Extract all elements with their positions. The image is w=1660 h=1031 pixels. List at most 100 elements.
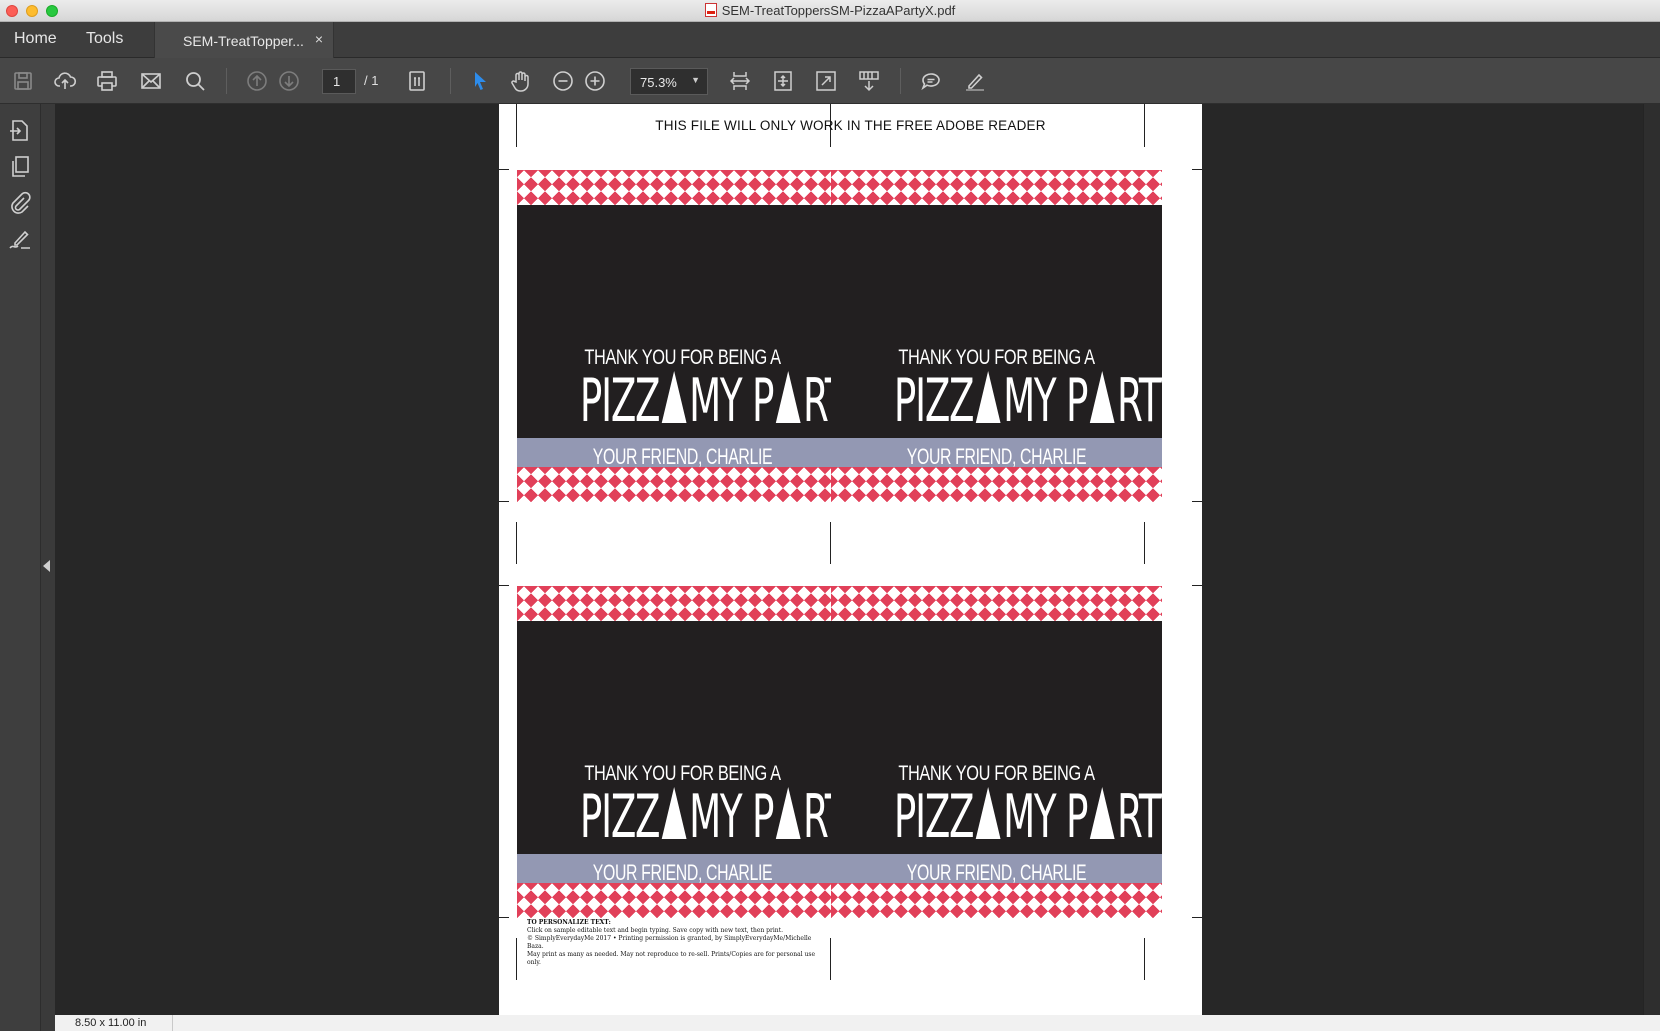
fit-page-icon[interactable]	[770, 68, 796, 94]
status-bar: 8.50 x 11.00 in	[55, 1015, 1660, 1031]
page-total: / 1	[364, 73, 379, 88]
window-title-text: SEM-TreatToppersSM-PizzaAPartyX.pdf	[721, 3, 956, 18]
tab-document-label: SEM-TreatTopper...	[183, 33, 304, 49]
card-title: PIZZMY PRTY!	[579, 366, 848, 436]
pizza-slice-icon	[775, 371, 801, 423]
card-title-part: PIZZ	[893, 782, 975, 852]
upload-icon[interactable]	[52, 68, 78, 94]
card-title-part: RTY!	[1116, 366, 1162, 436]
fine-print: TO PERSONALIZE TEXT: Click on sample edi…	[527, 919, 827, 967]
card-title-part: MY P	[689, 366, 774, 436]
cut-guide	[499, 585, 509, 586]
pizza-slice-icon	[975, 371, 1001, 423]
cut-guide	[830, 522, 831, 564]
cut-guide	[499, 169, 509, 170]
zoom-out-icon[interactable]	[550, 68, 576, 94]
scroll-mode-icon[interactable]	[856, 68, 882, 94]
chevron-down-icon: ▼	[691, 75, 700, 85]
export-pdf-icon[interactable]	[7, 118, 33, 144]
treat-topper-card: THANK YOU FOR BEING A PIZZMY PRTY! YOUR …	[517, 170, 848, 502]
cut-guide	[1144, 522, 1145, 564]
window-title: SEM-TreatToppersSM-PizzaAPartyX.pdf	[0, 3, 1660, 18]
toolbar-divider	[450, 68, 451, 94]
treat-topper-card: THANK YOU FOR BEING A PIZZMY PRTY! YOUR …	[831, 170, 1162, 502]
pizza-slice-icon	[661, 787, 687, 839]
gingham-border	[831, 170, 1162, 205]
tab-home[interactable]: Home	[14, 30, 57, 48]
card-title: PIZZMY PRTY!	[893, 782, 1162, 852]
cut-guide	[516, 522, 517, 564]
card-title-part: PIZZ	[579, 366, 661, 436]
select-icon[interactable]	[466, 68, 492, 94]
zoom-select[interactable]: 75.3% ▼	[630, 68, 708, 95]
toolbar: 1 / 1 75.3% ▼	[0, 58, 1660, 104]
gingham-border	[831, 467, 1162, 502]
fine-print-heading: TO PERSONALIZE TEXT:	[527, 919, 611, 926]
pdf-file-icon	[704, 3, 717, 17]
cut-guide	[1144, 938, 1145, 980]
treat-topper-card: THANK YOU FOR BEING A PIZZMY PRTY! YOUR …	[831, 586, 1162, 918]
card-title-part: MY P	[689, 782, 774, 852]
pdf-page: THIS FILE WILL ONLY WORK IN THE FREE ADO…	[499, 104, 1202, 1015]
search-icon[interactable]	[182, 68, 208, 94]
chevron-left-icon	[43, 560, 50, 572]
treat-topper-card: THANK YOU FOR BEING A PIZZMY PRTY! YOUR …	[517, 586, 848, 918]
next-page-icon[interactable]	[276, 68, 302, 94]
page-size-label: 8.50 x 11.00 in	[55, 1015, 173, 1031]
full-screen-icon[interactable]	[813, 68, 839, 94]
pizza-slice-icon	[1089, 371, 1115, 423]
pizza-slice-icon	[975, 787, 1001, 839]
gingham-border	[517, 467, 848, 502]
fine-print-line: May print as many as needed. May not rep…	[527, 951, 816, 966]
vertical-scrollbar[interactable]	[1643, 104, 1660, 1015]
gingham-border	[517, 586, 848, 621]
comment-icon[interactable]	[918, 68, 944, 94]
cut-guide	[516, 938, 517, 980]
hand-icon[interactable]	[508, 68, 534, 94]
sign-icon[interactable]	[962, 68, 988, 94]
print-icon[interactable]	[94, 68, 120, 94]
pizza-slice-icon	[1089, 787, 1115, 839]
card-title-part: MY P	[1003, 366, 1088, 436]
fill-sign-icon[interactable]	[7, 226, 33, 252]
email-icon[interactable]	[138, 68, 164, 94]
fine-print-line: Click on sample editable text and begin …	[527, 927, 783, 934]
gingham-border	[831, 586, 1162, 621]
attachments-icon[interactable]	[7, 190, 33, 216]
tab-document[interactable]: SEM-TreatTopper... ×	[154, 22, 334, 58]
organize-pages-icon[interactable]	[7, 154, 33, 180]
cut-guide	[1192, 169, 1202, 170]
page-number-input[interactable]: 1	[322, 69, 356, 94]
pizza-slice-icon	[775, 787, 801, 839]
gingham-border	[517, 883, 848, 918]
prev-page-icon[interactable]	[244, 68, 270, 94]
pizza-slice-icon	[661, 371, 687, 423]
close-icon[interactable]: ×	[315, 31, 323, 47]
card-title: PIZZ MY P RTY!	[893, 366, 1162, 436]
cut-guide	[499, 917, 509, 918]
toolbar-divider	[900, 68, 901, 94]
page-fit-icon[interactable]	[404, 68, 430, 94]
tab-bar: Home Tools SEM-TreatTopper... ×	[0, 22, 1660, 58]
save-icon[interactable]	[10, 68, 36, 94]
tab-tools[interactable]: Tools	[86, 30, 123, 48]
page-header-notice: THIS FILE WILL ONLY WORK IN THE FREE ADO…	[655, 118, 1046, 133]
gingham-border	[831, 883, 1162, 918]
window-title-bar: SEM-TreatToppersSM-PizzaAPartyX.pdf	[0, 0, 1660, 22]
card-title: PIZZMY PRTY!	[579, 782, 848, 852]
zoom-value: 75.3%	[640, 75, 677, 90]
card-title-part: RTY!	[1116, 782, 1162, 852]
cut-guide	[830, 938, 831, 980]
left-tool-rail	[0, 104, 41, 1031]
cut-guide	[1192, 501, 1202, 502]
gingham-border	[517, 170, 848, 205]
zoom-in-icon[interactable]	[582, 68, 608, 94]
fine-print-line: © SimplyEverydayMe 2017 • Printing permi…	[527, 935, 812, 950]
card-title-part: PIZZ	[579, 782, 661, 852]
card-title-part: PIZZ	[893, 366, 975, 436]
fit-width-icon[interactable]	[727, 68, 753, 94]
toolbar-divider	[226, 68, 227, 94]
side-panel-toggle[interactable]	[41, 104, 55, 1031]
cut-guide	[1192, 917, 1202, 918]
cut-guide	[1192, 585, 1202, 586]
